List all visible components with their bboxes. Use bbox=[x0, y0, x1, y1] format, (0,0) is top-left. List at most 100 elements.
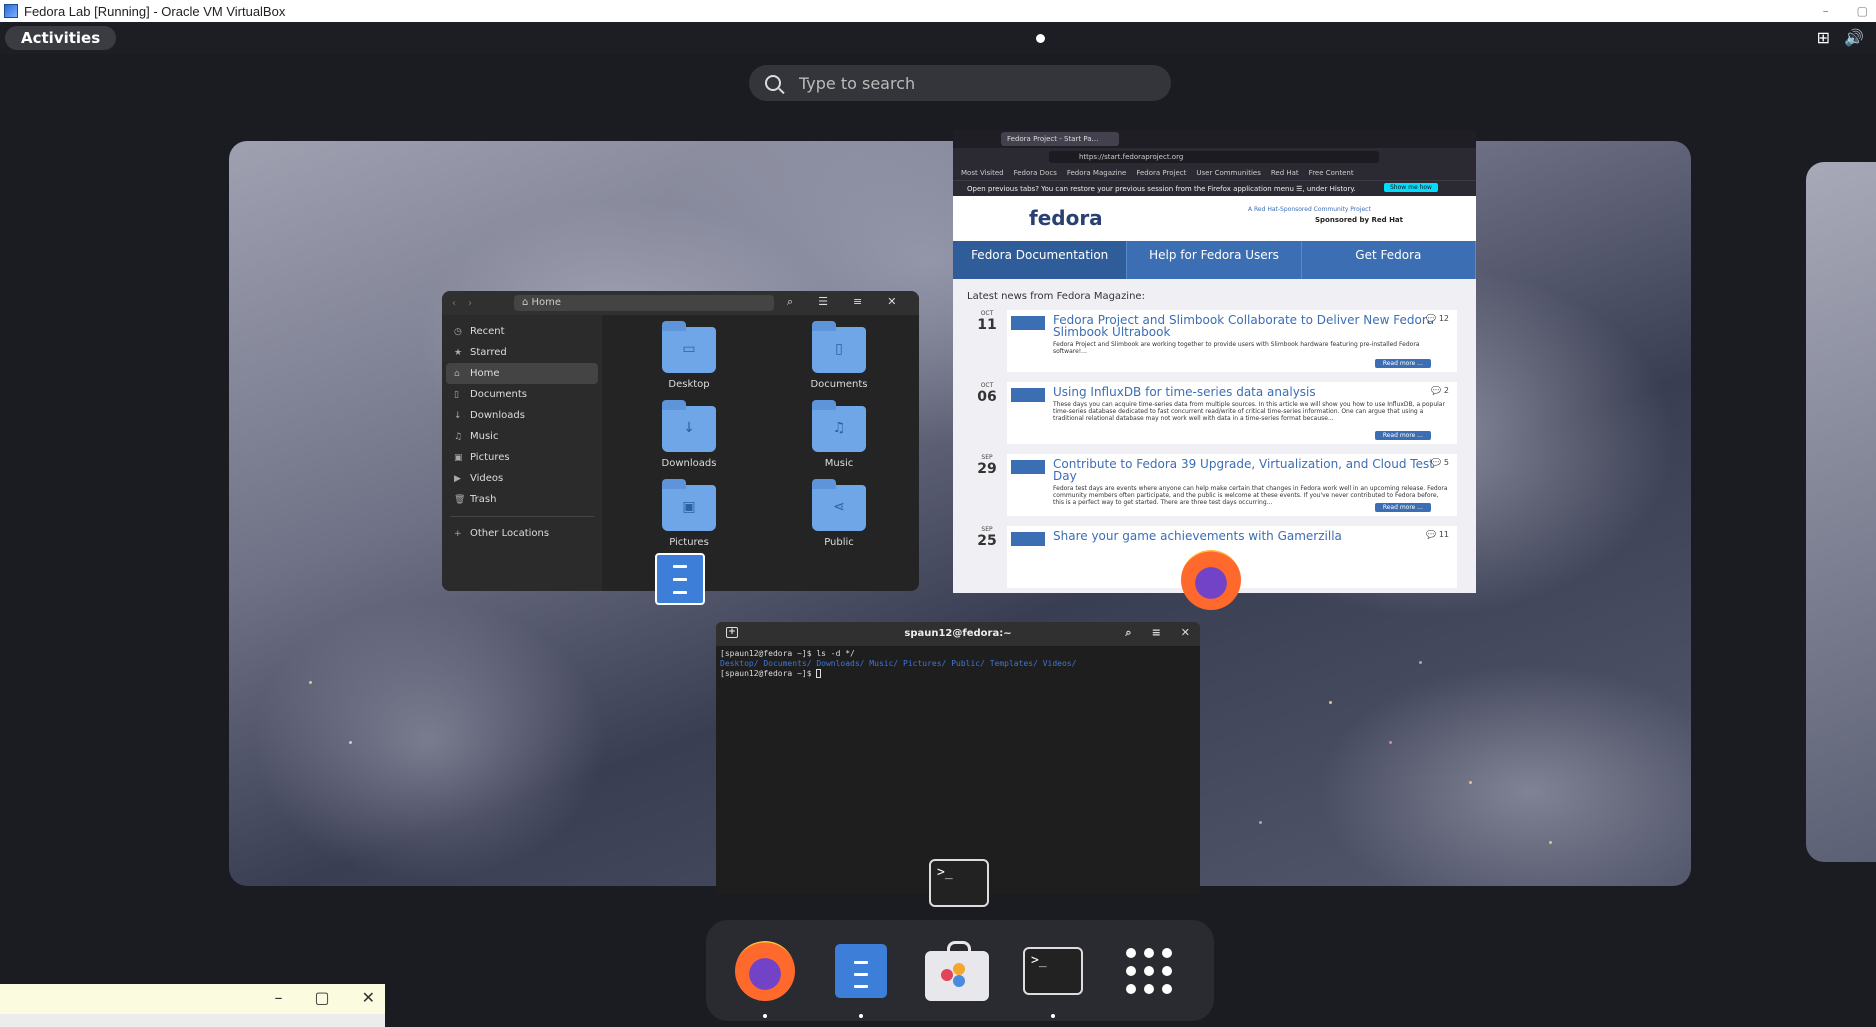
news-title[interactable]: Contribute to Fedora 39 Upgrade, Virtual… bbox=[1053, 458, 1451, 482]
firefox-tab[interactable]: Fedora Project - Start Pa… bbox=[1001, 132, 1119, 146]
files-path-bar[interactable]: ⌂ Home bbox=[514, 295, 774, 311]
news-thumbnail bbox=[1011, 532, 1045, 546]
bookmark-item[interactable]: Fedora Docs bbox=[1014, 169, 1057, 177]
maximize-button[interactable]: ▢ bbox=[314, 988, 329, 1007]
folder-icon: ▣ bbox=[662, 479, 716, 531]
running-indicator bbox=[763, 1013, 767, 1018]
files-window[interactable]: ‹› ⌂ Home ⌕ ☰ ≡ ✕ ◷ Recent ★ Starred ⌂ Home… bbox=[442, 291, 919, 591]
terminal-window[interactable]: + spaun12@fedora:~ ⌕ ≡ ✕ [spaun12@fedora… bbox=[716, 622, 1200, 894]
close-button[interactable]: ✕ bbox=[362, 988, 375, 1007]
firefox-icon bbox=[735, 940, 795, 1001]
terminal-output[interactable]: [spaun12@fedora ~]$ ls -d */ Desktop/ Do… bbox=[716, 646, 1200, 682]
get-fedora-link[interactable]: Get Fedora bbox=[1302, 241, 1476, 279]
files-back-forward[interactable]: ‹› bbox=[442, 298, 492, 309]
news-title[interactable]: Using InfluxDB for time-series data anal… bbox=[1053, 386, 1451, 398]
comments-icon: 💬 11 bbox=[1426, 530, 1449, 539]
music-icon: ♫ bbox=[454, 431, 463, 442]
docs-link[interactable]: Fedora Documentation bbox=[953, 241, 1128, 279]
folder-icon: ▯ bbox=[812, 321, 866, 373]
files-icon bbox=[835, 943, 887, 998]
comments-icon: 💬 5 bbox=[1431, 458, 1449, 467]
close-icon[interactable]: ✕ bbox=[1181, 626, 1190, 640]
comments-icon: 💬 2 bbox=[1431, 386, 1449, 395]
firefox-window[interactable]: Fedora Project - Start Pa… https://start… bbox=[953, 130, 1476, 593]
folder-pictures[interactable]: ▣ Pictures bbox=[614, 479, 764, 548]
dash-firefox[interactable] bbox=[732, 938, 798, 1018]
files-icon-grid: ▭ Desktop ▯ Documents ↓ Downloads ♫ Music ▣ P… bbox=[614, 321, 914, 548]
host-mini-window[interactable]: – ▢ ✕ bbox=[0, 984, 385, 1014]
sidebar-item-other-locations[interactable]: + Other Locations bbox=[442, 523, 602, 544]
folder-desktop[interactable]: ▭ Desktop bbox=[614, 321, 764, 390]
fedora-logo[interactable]: fedora bbox=[1029, 206, 1103, 230]
host-window-title: Fedora Lab [Running] - Oracle VM Virtual… bbox=[24, 3, 286, 19]
show-me-how-button[interactable]: Show me how bbox=[1384, 183, 1438, 192]
picture-icon: ▣ bbox=[454, 452, 463, 463]
folder-downloads[interactable]: ↓ Downloads bbox=[614, 400, 764, 469]
news-title[interactable]: Fedora Project and Slimbook Collaborate … bbox=[1053, 314, 1451, 338]
news-item: OCT 11 Fedora Project and Slimbook Collab… bbox=[967, 310, 1462, 372]
host-restore-button[interactable]: ▢ bbox=[1857, 4, 1868, 18]
next-workspace-thumbnail[interactable] bbox=[1806, 162, 1876, 862]
folder-documents[interactable]: ▯ Documents bbox=[764, 321, 914, 390]
files-app-icon bbox=[655, 553, 705, 605]
folder-music[interactable]: ♫ Music bbox=[764, 400, 914, 469]
bookmark-item[interactable]: Red Hat bbox=[1271, 169, 1299, 177]
sidebar-item-downloads[interactable]: ↓ Downloads bbox=[442, 405, 602, 426]
news-thumbnail bbox=[1011, 460, 1045, 474]
sidebar-item-recent[interactable]: ◷ Recent bbox=[442, 321, 602, 342]
activities-button[interactable]: Activities bbox=[5, 26, 117, 50]
bookmark-item[interactable]: Fedora Magazine bbox=[1067, 169, 1127, 177]
show-apps-button[interactable] bbox=[1116, 938, 1182, 1004]
sidebar-item-home[interactable]: ⌂ Home bbox=[446, 363, 598, 384]
dash-software[interactable] bbox=[924, 938, 990, 1004]
sidebar-item-pictures[interactable]: ▣ Pictures bbox=[442, 447, 602, 468]
bookmarks-bar: Most Visited Fedora Docs Fedora Magazine… bbox=[953, 166, 1476, 180]
host-minimize-button[interactable]: – bbox=[1823, 4, 1829, 18]
sidebar-item-videos[interactable]: ▶ Videos bbox=[442, 468, 602, 489]
network-icon[interactable]: ⊞ bbox=[1817, 28, 1830, 47]
bookmark-item[interactable]: Most Visited bbox=[961, 169, 1004, 177]
view-options-icon[interactable]: ☰ bbox=[818, 295, 828, 309]
fedora-header: fedora A Red Hat-Sponsored Community Pro… bbox=[953, 196, 1476, 241]
news-title[interactable]: Share your game achievements with Gamerz… bbox=[1053, 530, 1451, 542]
sidebar-item-documents[interactable]: ▯ Documents bbox=[442, 384, 602, 405]
sidebar-item-starred[interactable]: ★ Starred bbox=[442, 342, 602, 363]
news-item: OCT 06 Using InfluxDB for time-series dat… bbox=[967, 382, 1462, 444]
read-more-button[interactable]: Read more ... bbox=[1374, 359, 1431, 368]
search-input[interactable] bbox=[799, 73, 1119, 93]
firefox-toolbar: https://start.fedoraproject.org bbox=[953, 148, 1476, 166]
overview-search[interactable] bbox=[749, 65, 1171, 101]
volume-icon[interactable]: 🔊 bbox=[1844, 28, 1864, 47]
fedora-links: Fedora Documentation Help for Fedora Use… bbox=[953, 241, 1476, 279]
comments-icon: 💬 12 bbox=[1426, 314, 1449, 323]
menu-icon[interactable]: ≡ bbox=[1152, 626, 1161, 640]
minimize-button[interactable]: – bbox=[274, 988, 282, 1007]
help-link[interactable]: Help for Fedora Users bbox=[1127, 241, 1302, 279]
host-strip bbox=[0, 1014, 385, 1027]
restore-session-notice: Open previous tabs? You can restore your… bbox=[953, 180, 1476, 196]
document-icon: ▯ bbox=[454, 389, 459, 400]
terminal-icon: >_ bbox=[1023, 946, 1083, 995]
virtualbox-icon bbox=[4, 4, 18, 18]
bookmark-item[interactable]: User Communities bbox=[1196, 169, 1260, 177]
home-icon: ⌂ bbox=[454, 368, 460, 379]
close-icon[interactable]: ✕ bbox=[887, 295, 896, 309]
folder-icon: ↓ bbox=[662, 400, 716, 452]
bookmark-item[interactable]: Fedora Project bbox=[1136, 169, 1186, 177]
dash-terminal[interactable]: >_ bbox=[1020, 938, 1086, 1018]
url-bar[interactable]: https://start.fedoraproject.org bbox=[1049, 151, 1379, 163]
menu-icon[interactable]: ≡ bbox=[853, 295, 862, 309]
dash: >_ bbox=[706, 920, 1214, 1021]
clock[interactable]: Oct 12 16:51 bbox=[907, 6, 1015, 24]
read-more-button[interactable]: Read more ... bbox=[1374, 431, 1431, 440]
search-icon[interactable]: ⌕ bbox=[1125, 626, 1131, 640]
clock-icon: ◷ bbox=[454, 326, 462, 337]
bookmark-item[interactable]: Free Content bbox=[1309, 169, 1354, 177]
read-more-button[interactable]: Read more ... bbox=[1374, 503, 1431, 512]
sidebar-item-trash[interactable]: 🗑 Trash bbox=[442, 489, 602, 510]
search-icon[interactable]: ⌕ bbox=[787, 295, 793, 309]
download-icon: ↓ bbox=[454, 410, 462, 421]
sidebar-item-music[interactable]: ♫ Music bbox=[442, 426, 602, 447]
folder-public[interactable]: ⋖ Public bbox=[764, 479, 914, 548]
dash-files[interactable] bbox=[828, 938, 894, 1018]
